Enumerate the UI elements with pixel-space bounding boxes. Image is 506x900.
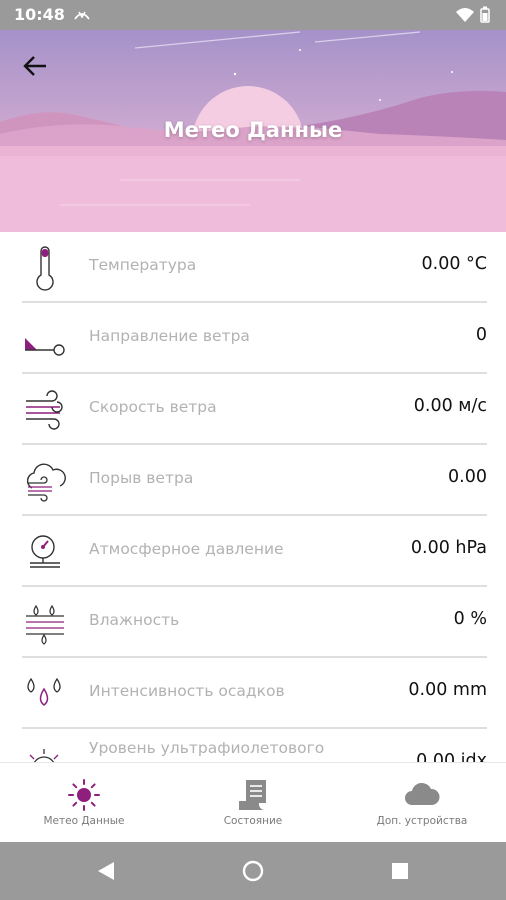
uv-label: Уровень ультрафиолетового <box>89 739 325 757</box>
humidity-label: Влажность <box>89 611 180 629</box>
wind-direction-value: 0 <box>475 325 487 345</box>
nav-item-status[interactable]: Состояние <box>169 763 337 843</box>
sync-icon <box>74 11 90 20</box>
temperature-value: 0.00 °C <box>421 254 488 274</box>
list-item-wind-speed: Скорость ветра 0.00 м/с <box>0 374 506 445</box>
list-item-wind-direction: Направление ветра 0 <box>0 303 506 374</box>
humidity-value: 0 % <box>453 609 487 629</box>
list-item-temperature: Температура 0.00 °C <box>0 232 506 303</box>
wifi-icon <box>456 8 474 22</box>
status-icons <box>456 6 490 23</box>
list-item-wind-gust: Порыв ветра 0.00 <box>0 445 506 516</box>
nav-label-weather: Метео Данные <box>43 815 125 827</box>
nav-item-devices[interactable]: Доп. устройства <box>338 763 506 843</box>
document-icon <box>239 780 266 810</box>
system-home-icon[interactable] <box>235 853 271 889</box>
status-bar: 10:48 <box>0 0 506 30</box>
precipitation-icon <box>27 677 61 706</box>
bottom-navigation: Метео Данные Состояние Доп. устройства <box>0 762 506 842</box>
pressure-value: 0.00 hPa <box>410 538 487 558</box>
precipitation-value: 0.00 mm <box>408 680 487 700</box>
nav-label-status: Состояние <box>223 815 283 827</box>
humidity-icon <box>26 604 64 645</box>
back-arrow-icon[interactable] <box>18 48 54 84</box>
temperature-label: Температура <box>89 256 197 274</box>
wind-speed-label: Скорость ветра <box>89 398 217 416</box>
wind-speed-icon <box>26 390 63 430</box>
cloud-icon <box>405 782 440 805</box>
battery-icon <box>480 6 490 23</box>
wind-speed-value: 0.00 м/с <box>413 396 487 416</box>
system-recents-icon[interactable] <box>382 853 418 889</box>
wind-gust-icon <box>26 463 66 502</box>
status-time: 10:48 <box>14 5 65 24</box>
barometer-icon <box>30 535 60 568</box>
list-item-humidity: Влажность 0 % <box>0 587 506 658</box>
sun-icon <box>68 779 100 811</box>
system-navigation-bar <box>0 842 506 900</box>
nav-label-devices: Доп. устройства <box>376 815 468 827</box>
thermometer-icon <box>36 246 54 291</box>
wind-gust-value: 0.00 <box>448 467 487 487</box>
wind-direction-label: Направление ветра <box>89 327 250 345</box>
pressure-label: Атмосферное давление <box>89 540 284 558</box>
precipitation-label: Интенсивность осадков <box>89 682 285 700</box>
header-banner: Метео Данные <box>0 30 506 232</box>
uv-value: 0.00 idx <box>416 751 487 762</box>
list-item-pressure: Атмосферное давление 0.00 hPa <box>0 516 506 587</box>
wind-gust-label: Порыв ветра <box>89 469 194 487</box>
uv-icon <box>29 749 59 762</box>
nav-item-weather[interactable]: Метео Данные <box>0 763 168 843</box>
system-back-icon[interactable] <box>88 853 124 889</box>
page-title: Метео Данные <box>163 118 343 142</box>
list-item-uv: Уровень ультрафиолетового 0.00 idx <box>0 729 506 762</box>
wind-direction-icon <box>25 338 65 356</box>
weather-data-list[interactable]: Температура 0.00 °C Направление ветра 0 … <box>0 232 506 762</box>
list-item-precipitation: Интенсивность осадков 0.00 mm <box>0 658 506 729</box>
